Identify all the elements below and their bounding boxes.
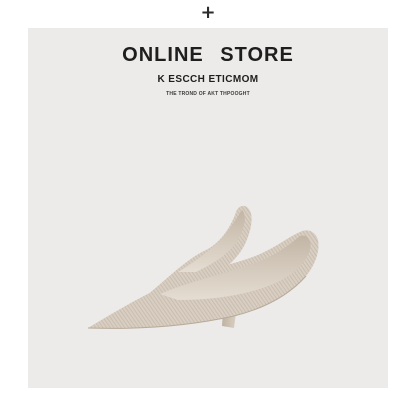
plus-icon[interactable]: + bbox=[0, 2, 416, 24]
page-frame: + ONLINE STORE K ESCCH ETICMOM THE TROND… bbox=[0, 0, 416, 416]
product-shoes-image bbox=[87, 205, 319, 329]
front-shoe bbox=[87, 230, 319, 329]
product-banner: ONLINE STORE K ESCCH ETICMOM THE TROND O… bbox=[28, 28, 388, 388]
